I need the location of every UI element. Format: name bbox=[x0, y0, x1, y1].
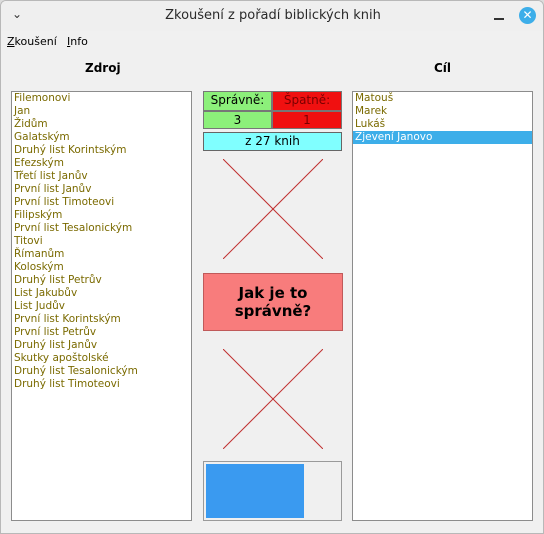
list-item[interactable]: Židům bbox=[12, 118, 191, 131]
list-item[interactable]: Marek bbox=[353, 105, 532, 118]
list-item[interactable]: První list Tesalonickým bbox=[12, 222, 191, 235]
list-item[interactable]: První list Janův bbox=[12, 183, 191, 196]
window-title: Zkoušení z pořadí biblických knih bbox=[165, 8, 381, 23]
progress-bar bbox=[203, 461, 342, 521]
upper-cross-icon bbox=[223, 159, 323, 259]
list-item[interactable]: Lukáš bbox=[353, 118, 532, 131]
list-item[interactable]: Filipským bbox=[12, 209, 191, 222]
list-item[interactable]: První list Korintským bbox=[12, 313, 191, 326]
list-item[interactable]: List Jakubův bbox=[12, 287, 191, 300]
title-bar: ⌄ Zkoušení z pořadí biblických knih ✕ bbox=[1, 1, 543, 31]
list-item[interactable]: Druhý list Korintským bbox=[12, 144, 191, 157]
menu-zkouseni[interactable]: Zkoušení bbox=[7, 35, 57, 48]
wrong-label: Špatně: bbox=[272, 91, 342, 111]
list-item[interactable]: Římanům bbox=[12, 248, 191, 261]
lower-cross-icon bbox=[223, 349, 323, 449]
minimize-icon[interactable] bbox=[491, 7, 507, 23]
list-item[interactable]: Jan bbox=[12, 105, 191, 118]
source-list[interactable]: Filemonovi Jan Židům Galatským Druhý list Ko… bbox=[11, 91, 192, 521]
list-item[interactable]: První list Timoteovi bbox=[12, 196, 191, 209]
correct-count: 3 bbox=[203, 111, 272, 129]
total-count: z 27 knih bbox=[203, 132, 342, 151]
check-answer-line2: správně? bbox=[234, 302, 312, 320]
list-item[interactable]: Druhý list Janův bbox=[12, 339, 191, 352]
menu-info[interactable]: Info bbox=[67, 35, 88, 48]
menu-bar: Zkoušení Info bbox=[1, 33, 543, 51]
source-label: Zdroj bbox=[85, 61, 121, 75]
app-window: ⌄ Zkoušení z pořadí biblických knih ✕ Zk… bbox=[0, 0, 544, 534]
list-item[interactable]: Druhý list Timoteovi bbox=[12, 378, 191, 391]
list-item[interactable]: Matouš bbox=[353, 92, 532, 105]
list-item[interactable]: List Judův bbox=[12, 300, 191, 313]
list-item[interactable]: Efezským bbox=[12, 157, 191, 170]
list-item[interactable]: Druhý list Tesalonickým bbox=[12, 365, 191, 378]
check-answer-button[interactable]: Jak je to správně? bbox=[203, 273, 343, 331]
list-item[interactable]: Galatským bbox=[12, 131, 191, 144]
list-item[interactable]: Skutky apoštolské bbox=[12, 352, 191, 365]
wrong-count: 1 bbox=[272, 111, 342, 129]
list-item[interactable]: Filemonovi bbox=[12, 92, 191, 105]
list-item[interactable]: Titovi bbox=[12, 235, 191, 248]
target-list[interactable]: Matouš Marek Lukáš Zjevení Janovo bbox=[352, 91, 533, 521]
check-answer-line1: Jak je to bbox=[238, 284, 308, 302]
correct-label: Správně: bbox=[203, 91, 272, 111]
list-item[interactable]: Koloským bbox=[12, 261, 191, 274]
close-icon[interactable]: ✕ bbox=[519, 7, 536, 24]
progress-fill bbox=[206, 464, 304, 518]
list-item[interactable]: Třetí list Janův bbox=[12, 170, 191, 183]
list-item[interactable]: První list Petrův bbox=[12, 326, 191, 339]
target-label: Cíl bbox=[434, 61, 452, 75]
list-item[interactable]: Druhý list Petrův bbox=[12, 274, 191, 287]
list-item[interactable]: Zjevení Janovo bbox=[353, 131, 532, 144]
